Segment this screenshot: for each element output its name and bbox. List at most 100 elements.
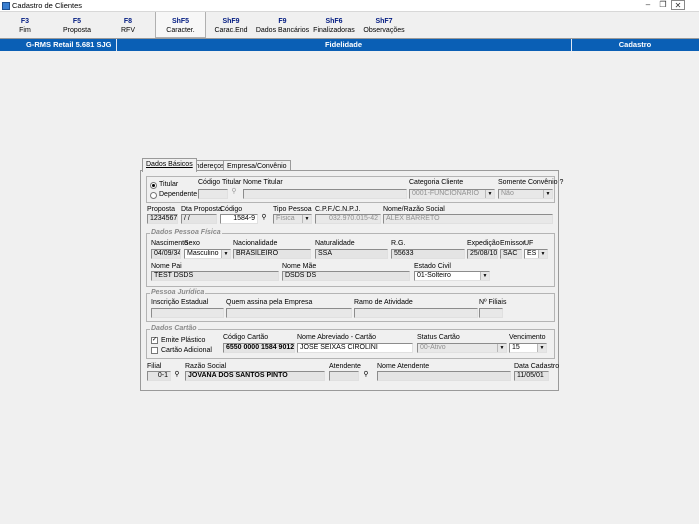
codigo-label: Código — [220, 206, 243, 213]
naturalidade-field[interactable]: SSA — [315, 249, 388, 259]
tab-dados-basicos[interactable]: Dados Básicos — [142, 158, 197, 172]
chevron-down-icon: ▼ — [543, 190, 552, 198]
nome-field[interactable]: ALEX BARRETO — [383, 214, 553, 224]
status-cartao-label: Status Cartão — [417, 334, 460, 341]
emissor-label: Emissor — [500, 240, 526, 247]
expedicao-label: Expedição — [467, 240, 500, 247]
fim-button[interactable]: F3 Fim — [8, 12, 42, 38]
codigo-cartao-label: Código Cartão — [223, 334, 269, 341]
somente-convenio-select[interactable]: Não ▼ — [498, 189, 553, 199]
atendente-label: Atendente — [329, 363, 361, 370]
sexo-select[interactable]: Masculino ▼ — [184, 249, 231, 259]
filial-field[interactable]: 0-1 — [147, 371, 171, 381]
nome-mae-field[interactable]: DSDS DS — [282, 271, 410, 281]
emite-plastico-label: Emite Plástico — [161, 337, 206, 344]
titular-label: Titular — [159, 181, 179, 188]
proposta-field[interactable]: 12345678 — [147, 214, 178, 224]
pessoa-juridica-title: Pessoa Jurídica — [150, 289, 206, 297]
inscricao-field[interactable] — [151, 308, 224, 318]
naturalidade-label: Naturalidade — [315, 240, 355, 247]
caracter-button[interactable]: ShF5 Caracter. — [155, 12, 206, 38]
proposta-label: Proposta — [147, 206, 176, 213]
sexo-label: Sexo — [184, 240, 200, 247]
rfv-button[interactable]: F8 RFV — [112, 12, 144, 38]
estado-civil-select[interactable]: 01-Solteiro ▼ — [414, 271, 490, 281]
vencimento-select[interactable]: 15 ▼ — [509, 343, 547, 353]
app-icon — [2, 2, 10, 10]
close-icon[interactable]: ✕ — [671, 0, 685, 10]
nome-pai-field[interactable]: TEST DSDS — [151, 271, 279, 281]
title-bar: Cadastro de Clientes – ❐ ✕ — [0, 0, 699, 12]
ramo-atividade-field[interactable] — [354, 308, 478, 318]
nome-mae-label: Nome Mãe — [282, 263, 317, 270]
pessoa-fisica-title: Dados Pessoa Física — [150, 229, 222, 237]
emissor-field[interactable]: SAC — [500, 249, 522, 259]
chevron-down-icon: ▼ — [485, 190, 494, 198]
dependente-label: Dependente — [159, 191, 198, 198]
uf-select[interactable]: ES ▼ — [524, 249, 548, 259]
nacionalidade-field[interactable]: BRASILEIRO — [233, 249, 311, 259]
binoculars-icon[interactable]: ⚲ — [362, 371, 370, 379]
chevron-down-icon: ▼ — [537, 344, 546, 352]
status-cartao-select[interactable]: 00-Ativo ▼ — [417, 343, 507, 353]
nome-atendente-label: Nome Atendente — [377, 363, 430, 370]
codigo-cartao-field[interactable]: 6550 0000 1584 9012 — [223, 343, 295, 353]
razao-social-field[interactable]: JOVANA DOS SANTOS PINTO — [185, 371, 325, 381]
tipo-pessoa-select[interactable]: Física ▼ — [273, 214, 312, 224]
cartao-adicional-label: Cartão Adicional — [161, 347, 212, 354]
chevron-down-icon: ▼ — [221, 250, 230, 258]
nascimento-field[interactable]: 04/09/34 — [151, 249, 181, 259]
binoculars-icon[interactable]: ⚲ — [230, 188, 238, 196]
data-cadastro-label: Data Cadastro — [514, 363, 560, 370]
dependente-radio[interactable] — [150, 192, 157, 199]
dta-proposta-label: Dta Proposta — [181, 206, 222, 213]
nacionalidade-label: Nacionalidade — [233, 240, 278, 247]
categoria-select[interactable]: 0001-FUNCIONARIO ▼ — [409, 189, 495, 199]
dados-basicos-panel: Titular Dependente Código Titular ⚲ Nome… — [140, 170, 563, 391]
codigo-field[interactable]: 1584-9 — [220, 214, 258, 224]
cartao-adicional-checkbox[interactable] — [151, 347, 158, 354]
chevron-down-icon: ▼ — [497, 344, 506, 352]
ramo-atividade-label: Ramo de Atividade — [354, 299, 413, 306]
rg-label: R.G. — [391, 240, 406, 247]
dta-proposta-field[interactable]: / / — [181, 214, 217, 224]
dados-bancarios-button[interactable]: F9 Dados Bancários — [255, 12, 310, 38]
expedicao-field[interactable]: 25/08/10 — [467, 249, 498, 259]
uf-label: UF — [524, 240, 534, 247]
window-title: Cadastro de Clientes — [12, 1, 83, 10]
vencimento-label: Vencimento — [509, 334, 546, 341]
filial-label: Filial — [147, 363, 162, 370]
quem-assina-label: Quem assina pela Empresa — [226, 299, 313, 306]
restore-icon[interactable]: ❐ — [656, 0, 670, 10]
binoculars-icon[interactable]: ⚲ — [173, 371, 181, 379]
titular-radio[interactable] — [150, 182, 157, 189]
nome-titular-label: Nome Titular — [243, 179, 283, 186]
nome-titular-field[interactable] — [243, 189, 407, 199]
finalizadoras-button[interactable]: ShF6 Finalizadoras — [312, 12, 356, 38]
module-name: Fidelidade — [324, 40, 363, 49]
minimize-icon[interactable]: – — [641, 0, 655, 10]
proposta-button[interactable]: F5 Proposta — [58, 12, 96, 38]
quem-assina-field[interactable] — [226, 308, 352, 318]
data-cadastro-field[interactable]: 11/05/01 — [514, 371, 549, 381]
somente-convenio-label: Somente Convênio ? — [498, 179, 564, 186]
nome-cartao-field[interactable]: JOSE SEIXAS CIROLINI — [297, 343, 413, 353]
nome-label: Nome/Razão Social — [383, 206, 445, 213]
chevron-down-icon: ▼ — [538, 250, 547, 258]
chevron-down-icon: ▼ — [480, 272, 489, 280]
codigo-titular-field[interactable] — [198, 189, 228, 199]
chevron-down-icon: ▼ — [302, 215, 311, 223]
binoculars-icon[interactable]: ⚲ — [260, 214, 268, 222]
emite-plastico-checkbox[interactable]: ✓ — [151, 337, 158, 344]
carac-end-button[interactable]: ShF9 Carac.End — [210, 12, 252, 38]
observacoes-button[interactable]: ShF7 Observações — [362, 12, 406, 38]
razao-social-label: Razão Social — [185, 363, 227, 370]
cpf-field[interactable]: 032.970.015-42 — [315, 214, 381, 224]
nome-pai-label: Nome Pai — [151, 263, 182, 270]
cpf-label: C.P.F./C.N.P.J. — [315, 206, 361, 213]
atendente-field[interactable] — [329, 371, 359, 381]
filiais-field[interactable] — [479, 308, 503, 318]
nome-atendente-field[interactable] — [377, 371, 511, 381]
estado-civil-label: Estado Civil — [414, 263, 451, 270]
rg-field[interactable]: 55633 — [391, 249, 465, 259]
